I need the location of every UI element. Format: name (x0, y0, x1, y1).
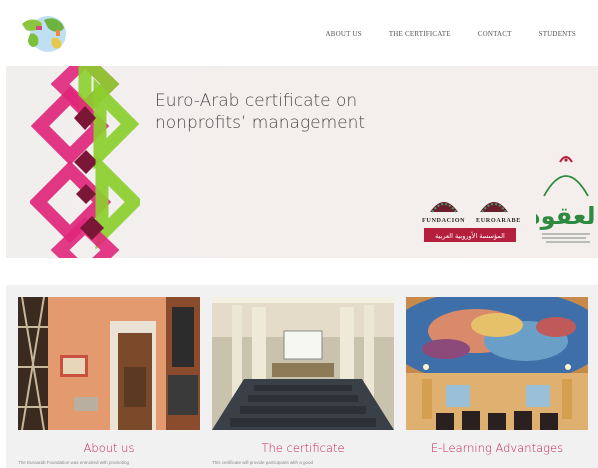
diamond-pattern-graphic (30, 66, 140, 258)
card-e-learning: E-Learning Advantages (406, 297, 588, 460)
site-logo[interactable] (16, 10, 74, 56)
partner-left-name-2: EUROARABE (476, 217, 521, 224)
partner-left-name-1: FUNDACION (422, 217, 465, 224)
fundacion-euroarabe-logo: FUNDACION EUROARABE المؤسسة الأوروبية ال… (422, 202, 521, 242)
globe-logo-icon (22, 16, 66, 52)
aluqud-logo: العقود (536, 156, 596, 243)
hero-title: Euro-Arab certificate on nonprofits’ man… (155, 90, 365, 134)
hero-banner: Euro-Arab certificate on nonprofits’ man… (6, 66, 598, 258)
hero-title-line-1: Euro-Arab certificate on (155, 91, 358, 111)
partner-left-arabic: المؤسسة الأوروبية العربية (435, 231, 505, 240)
nav-contact[interactable]: CONTACT (478, 30, 512, 38)
e-learning-image[interactable] (406, 297, 588, 430)
card-e-learning-title[interactable]: E-Learning Advantages (406, 441, 588, 455)
site-header: ABOUT US THE CERTIFICATE CONTACT STUDENT… (0, 0, 598, 66)
card-the-certificate-text: This certificate will provide participan… (212, 460, 314, 465)
the-certificate-image[interactable] (212, 297, 394, 430)
card-the-certificate-title[interactable]: The certificate (212, 441, 394, 455)
about-us-image[interactable] (18, 297, 200, 430)
feature-cards-section: About us The Euroarab Foundation was ent… (6, 285, 598, 468)
nav-about-us[interactable]: ABOUT US (326, 30, 362, 38)
card-about-us: About us The Euroarab Foundation was ent… (18, 297, 200, 466)
hero-title-line-2: nonprofits’ management (155, 113, 366, 133)
main-nav: ABOUT US THE CERTIFICATE CONTACT STUDENT… (326, 30, 576, 38)
nav-students[interactable]: STUDENTS (539, 30, 576, 38)
card-the-certificate: The certificate This certificate will pr… (212, 297, 394, 466)
card-about-us-title[interactable]: About us (18, 441, 200, 455)
nav-the-certificate[interactable]: THE CERTIFICATE (389, 30, 451, 38)
card-about-us-text: The Euroarab Foundation was entrusted wi… (18, 460, 130, 465)
partner-right-arabic: العقود (536, 202, 596, 230)
